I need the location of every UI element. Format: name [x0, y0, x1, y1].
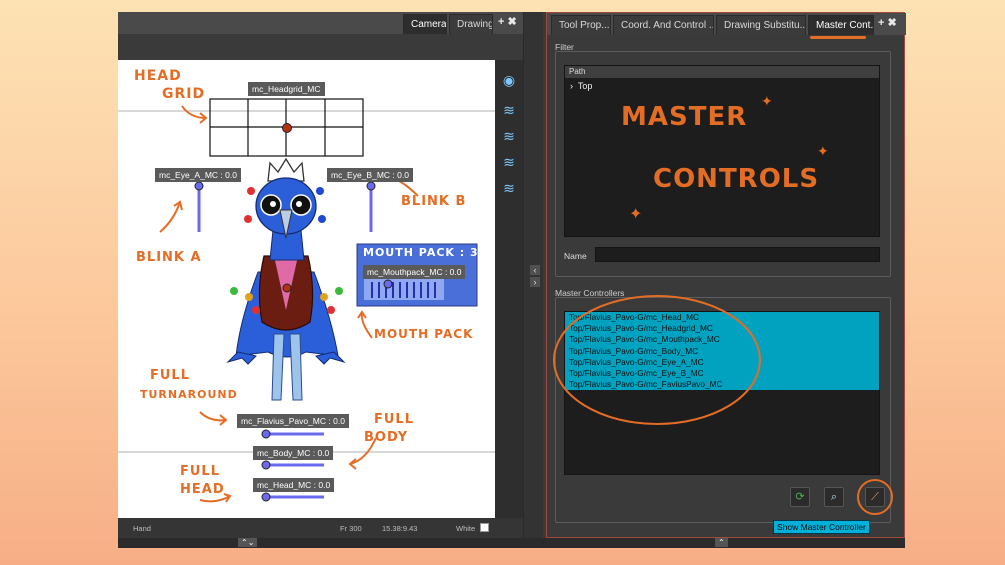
search-button[interactable]: ⌕: [824, 487, 844, 507]
marker-a-top: [247, 187, 255, 195]
annotation-mouth-pack: MOUTH PACK: [374, 327, 474, 341]
sparkle-icon-3: ✦: [817, 144, 830, 160]
refresh-icon: ⟳: [795, 491, 805, 503]
annotation-blink-b: BLINK B: [401, 194, 467, 209]
mouthpack-label[interactable]: mc_Mouthpack_MC : 0.0: [363, 265, 466, 279]
list-item[interactable]: Top/Flavius_Pavo-G/mc_FaviusPavo_MC: [565, 379, 879, 391]
name-field[interactable]: [595, 247, 880, 262]
search-icon: ⌕: [830, 491, 838, 503]
list-item[interactable]: Top/Flavius_Pavo-G/mc_Eye_A_MC: [565, 356, 879, 368]
head-label[interactable]: mc_Head_MC : 0.0: [253, 478, 335, 492]
tab-tool-properties[interactable]: Tool Prop...: [551, 15, 611, 35]
list-item[interactable]: Top/Flavius_Pavo-G/mc_Eye_B_MC: [565, 367, 879, 380]
right-tab-bar: Tool Prop... Coord. And Control ... Draw…: [547, 13, 906, 35]
layers-icon-u[interactable]: ≋: [499, 178, 519, 198]
tab-drawing-substitution[interactable]: Drawing Substitu...: [716, 15, 806, 35]
layers-icon-l[interactable]: ≋: [499, 126, 519, 146]
harmony-window: Camera Drawing +✖ mc_Headgrid_MC mc_Eye_…: [118, 12, 906, 548]
annotation-master: MASTER: [621, 102, 748, 132]
annotation-head: HEAD: [134, 68, 182, 84]
list-item[interactable]: Top/Flavius_Pavo-G/mc_Mouthpack_MC: [565, 334, 879, 346]
show-master-controller-button[interactable]: ⟋: [865, 487, 885, 507]
list-item[interactable]: Top/Flavius_Pavo-G/mc_Headgrid_MC: [565, 323, 879, 335]
camera-stage[interactable]: mc_Headgrid_MC mc_Eye_A_MC : 0.0 mc_Eye_…: [118, 60, 495, 518]
close-panel-icon[interactable]: ✖: [887, 17, 899, 29]
timeline-toggle[interactable]: ⌃⌄: [238, 538, 258, 547]
annotation-body: BODY: [364, 430, 409, 445]
eye-a-label[interactable]: mc_Eye_A_MC : 0.0: [155, 168, 241, 182]
layers-icon[interactable]: ≋: [499, 100, 519, 120]
panel-toggle[interactable]: ⌃: [715, 538, 728, 547]
annotation-blink-a: BLINK A: [136, 250, 202, 265]
refresh-button[interactable]: ⟳: [790, 487, 810, 507]
bg-status: White: [456, 524, 476, 533]
annotation-controls: CONTROLS: [653, 164, 820, 194]
camera-tab-bar: Camera Drawing +✖: [118, 12, 523, 34]
wand-icon: ⟋: [871, 491, 879, 503]
layers-icon-c[interactable]: ≋: [499, 152, 519, 172]
list-item[interactable]: Top/Flavius_Pavo-G/mc_Head_MC: [565, 312, 879, 324]
tab-drawing[interactable]: Drawing: [449, 14, 493, 34]
status-bar: Hand Fr 300 15.38:9.43 White: [118, 518, 523, 538]
body-label[interactable]: mc_Body_MC : 0.0: [253, 446, 334, 460]
tab-coord-control[interactable]: Coord. And Control ...: [613, 15, 714, 35]
annotation-full-2: FULL: [374, 412, 415, 427]
marker-a-bottom: [244, 215, 252, 223]
path-header: Path: [565, 66, 879, 78]
headgrid-label[interactable]: mc_Headgrid_MC: [248, 82, 325, 96]
tab-master-controllers[interactable]: Master Cont...: [808, 15, 874, 35]
eye-b-label[interactable]: mc_Eye_B_MC : 0.0: [327, 168, 413, 182]
view-controls: +✖: [498, 15, 520, 28]
marker-b-top: [316, 187, 324, 195]
sparkle-icon-2: ✦: [629, 204, 644, 223]
annotation-full-3: FULL: [180, 464, 221, 479]
marker-b-bottom: [318, 215, 326, 223]
panel-divider: ‹ ›: [523, 12, 543, 538]
path-tree[interactable]: Path › Top MASTER CONTROLS ✦ ✦ ✦: [564, 65, 880, 237]
annotation-turnaround: TURNAROUND: [140, 388, 238, 401]
list-item[interactable]: Top/Flavius_Pavo-G/mc_Body_MC: [565, 345, 879, 357]
master-controller-list[interactable]: Top/Flavius_Pavo-G/mc_Head_MC Top/Flaviu…: [564, 311, 880, 475]
collapse-left-icon[interactable]: ‹: [530, 265, 540, 275]
sparkle-icon: ✦: [761, 94, 774, 110]
name-label: Name: [564, 251, 587, 261]
path-root-label: Top: [577, 81, 593, 91]
tab-highlight-stroke: [810, 36, 866, 39]
path-row-top[interactable]: › Top: [565, 81, 879, 91]
annotation-grid: GRID: [162, 86, 206, 102]
camera-toolbar: [118, 34, 523, 60]
tooltip: Show Master Controller: [773, 520, 870, 534]
eye-icon[interactable]: ◉: [499, 70, 519, 90]
master-controller-panel: Tool Prop... Coord. And Control ... Draw…: [546, 12, 906, 538]
annotation-full-1: FULL: [150, 368, 191, 383]
annotation-head-2: HEAD: [180, 482, 225, 497]
tab-camera[interactable]: Camera: [403, 14, 447, 34]
frame-status: Fr 300: [340, 524, 362, 533]
headgrid-handle: [282, 123, 292, 133]
flavius-label[interactable]: mc_Flavius_Pavo_MC : 0.0: [237, 414, 349, 428]
tool-status: Hand: [133, 524, 151, 533]
close-view-icon[interactable]: ✖: [507, 16, 519, 28]
coords-status: 15.38:9.43: [382, 524, 418, 533]
collapse-right-icon[interactable]: ›: [530, 277, 540, 287]
bottom-strip: [118, 538, 905, 548]
view-toolbar: ◉ ≋ ≋ ≋ ≋: [495, 60, 523, 518]
panel-controls: +✖: [878, 16, 900, 29]
chevron-right-icon[interactable]: ›: [570, 81, 573, 91]
bg-color-swatch[interactable]: [480, 523, 489, 532]
annotation-mouth-pack-title: MOUTH PACK : 3QT: [363, 246, 495, 259]
